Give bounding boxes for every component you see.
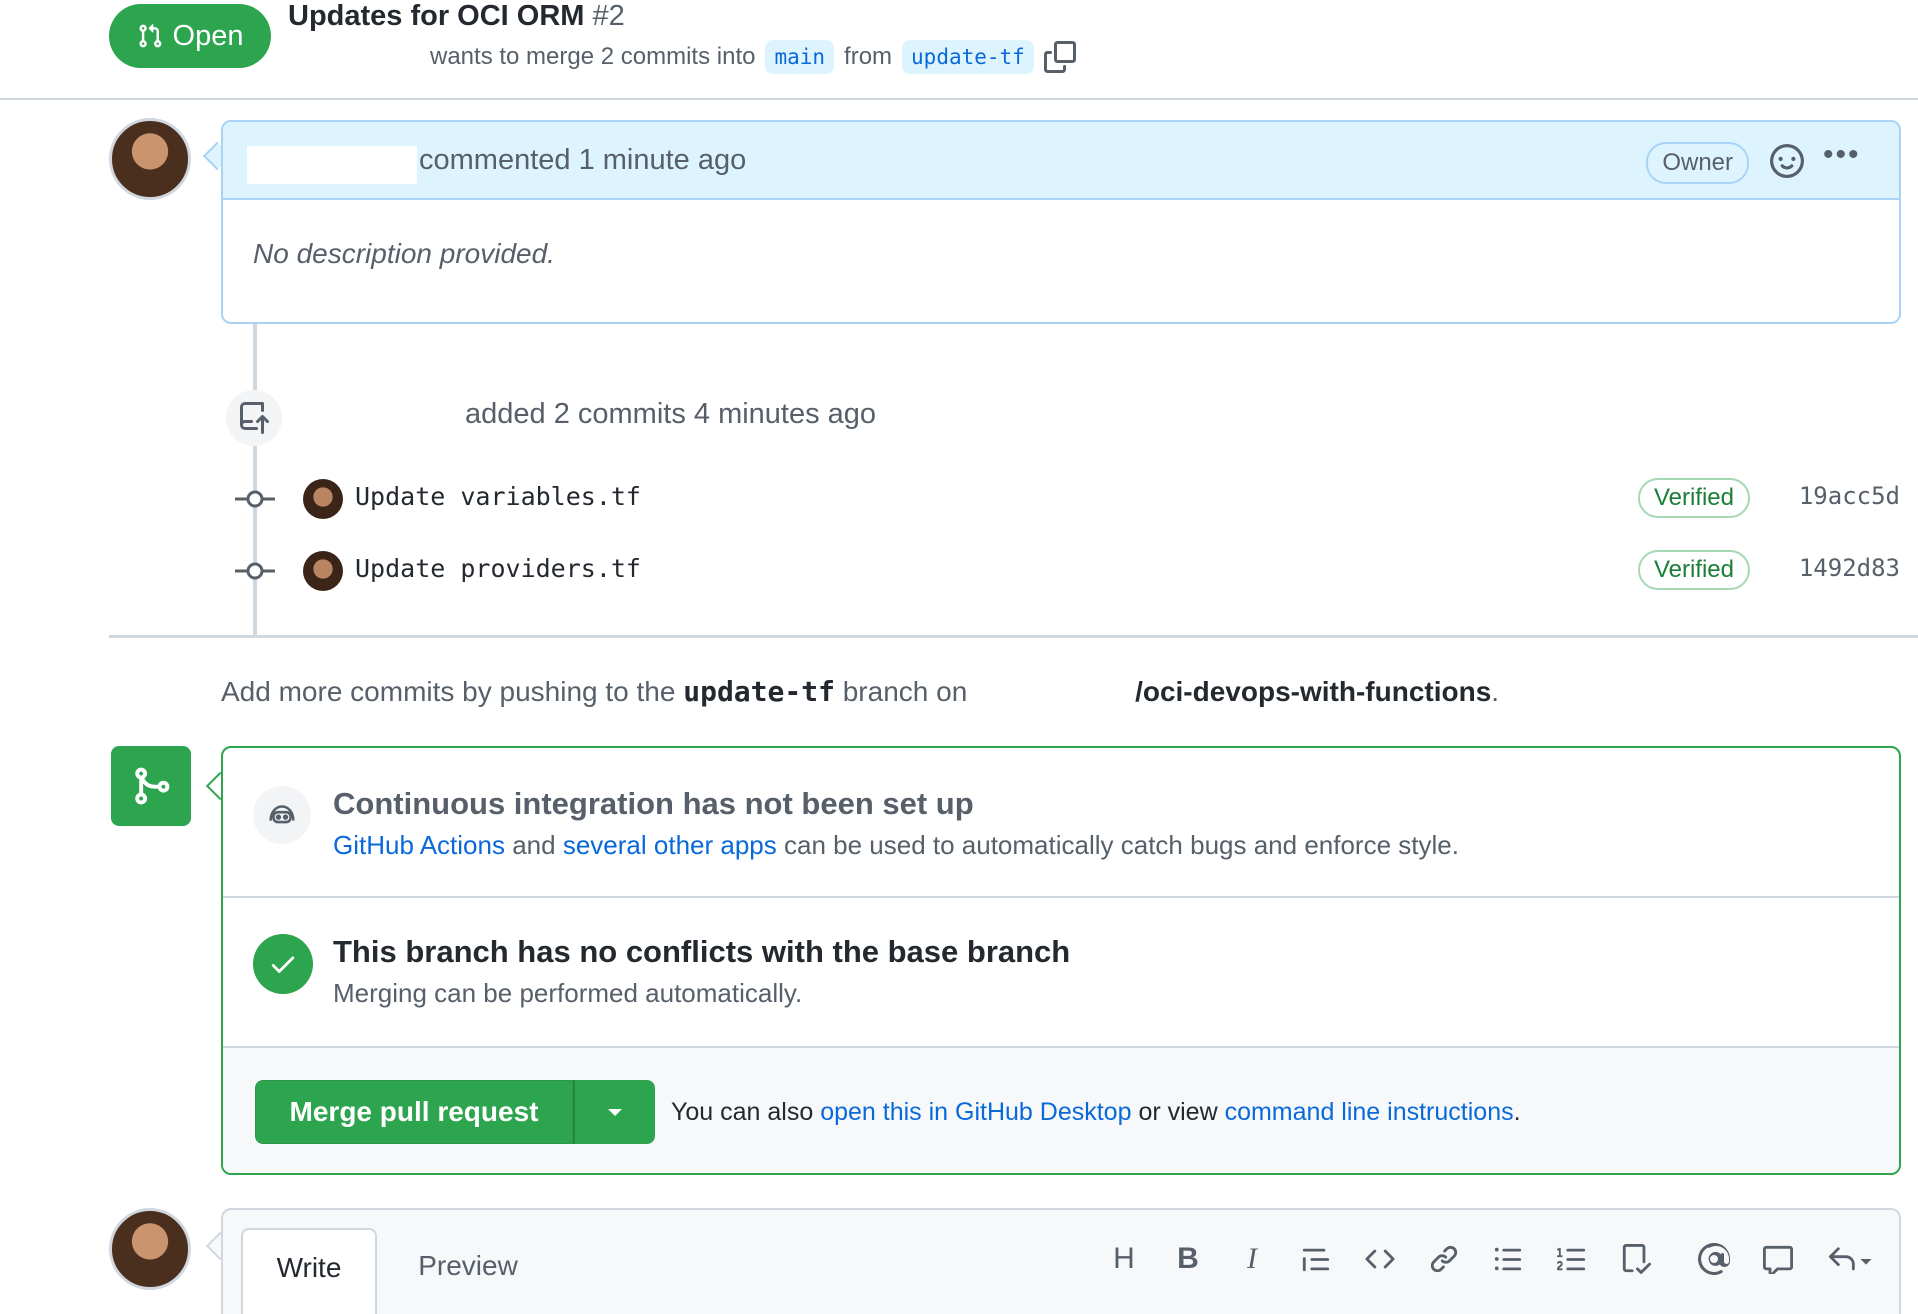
command-line-instructions-link[interactable]: command line instructions	[1225, 1098, 1514, 1126]
commit-message-link[interactable]: Update providers.tf	[355, 554, 641, 583]
commit-row: Update providers.tf Verified 1492d83	[235, 547, 1900, 595]
ci-title: Continuous integration has not been set …	[333, 786, 974, 821]
ci-description: GitHub Actions and several other apps ca…	[333, 830, 1459, 861]
emoji-reaction-icon[interactable]	[1770, 144, 1804, 178]
commit-icon	[235, 562, 275, 580]
header-divider	[0, 98, 1918, 100]
push-hint-prefix: Add more commits by pushing to the	[221, 676, 676, 707]
comment-body: No description provided.	[253, 238, 555, 269]
merge-box: Continuous integration has not been set …	[221, 746, 1901, 1175]
verified-badge[interactable]: Verified	[1637, 478, 1750, 518]
pr-status-label: Open	[172, 19, 244, 52]
verified-badge[interactable]: Verified	[1637, 550, 1750, 590]
author-name-redacted	[247, 146, 417, 184]
pr-merge-summary: wants to merge 2 commits into main from …	[430, 40, 1076, 74]
merge-status-badge	[111, 746, 191, 826]
commit-icon	[235, 490, 275, 508]
copilot-icon	[269, 805, 295, 824]
author-avatar[interactable]	[109, 118, 191, 200]
merge-hint-middle: or view	[1138, 1098, 1218, 1126]
from-text: from	[844, 43, 893, 70]
conflict-section: This branch has no conflicts with the ba…	[223, 898, 1899, 1048]
push-hint-middle: branch on	[842, 676, 968, 707]
merge-text: wants to merge 2 commits into	[430, 43, 756, 70]
push-hint-suffix: .	[1491, 676, 1500, 707]
open-github-desktop-link[interactable]: open this in GitHub Desktop	[820, 1098, 1131, 1126]
current-user-avatar[interactable]	[109, 1208, 191, 1290]
pr-title: Updates for OCI ORM #2	[288, 0, 625, 33]
push-hint: Add more commits by pushing to the updat…	[221, 675, 1499, 708]
tab-write[interactable]: Write	[241, 1228, 377, 1314]
comment-meta: commented 1 minute ago	[419, 144, 747, 176]
reply-icon[interactable]	[1823, 1240, 1879, 1278]
commit-message-link[interactable]: Update variables.tf	[355, 482, 641, 511]
merge-hint-suffix: .	[1513, 1098, 1521, 1126]
pull-request-icon	[138, 23, 161, 48]
base-branch-chip[interactable]: main	[765, 40, 835, 74]
copy-icon[interactable]	[1043, 41, 1076, 73]
merge-pull-request-button[interactable]: Merge pull request	[255, 1080, 573, 1144]
merge-hint: You can also open this in GitHub Desktop…	[671, 1098, 1521, 1127]
link-icon[interactable]	[1425, 1240, 1463, 1278]
pr-title-text: Updates for OCI ORM	[288, 0, 585, 32]
triangle-down-icon	[608, 1109, 622, 1116]
git-merge-icon	[135, 767, 170, 805]
markdown-toolbar: H B I	[1105, 1240, 1879, 1278]
commit-author-avatar[interactable]	[303, 551, 343, 591]
commit-sha-link[interactable]: 19acc5d	[1799, 482, 1900, 510]
ci-section: Continuous integration has not been set …	[223, 748, 1899, 898]
pr-number: #2	[592, 0, 625, 32]
other-apps-link[interactable]: several other apps	[563, 830, 777, 860]
heading-icon[interactable]: H	[1105, 1240, 1143, 1278]
ordered-list-icon[interactable]	[1553, 1240, 1591, 1278]
merge-action-section: Merge pull request You can also open thi…	[223, 1048, 1899, 1173]
new-comment-editor: Write Preview H B I	[221, 1208, 1901, 1314]
github-actions-link[interactable]: GitHub Actions	[333, 830, 505, 860]
reference-icon[interactable]	[1759, 1240, 1797, 1278]
commit-row: Update variables.tf Verified 19acc5d	[235, 475, 1900, 523]
conflict-title: This branch has no conflicts with the ba…	[333, 934, 1071, 969]
unordered-list-icon[interactable]	[1489, 1240, 1527, 1278]
comment-header: commented 1 minute ago Owner •••	[223, 122, 1899, 200]
bold-icon[interactable]: B	[1169, 1240, 1207, 1278]
mention-icon[interactable]	[1695, 1240, 1733, 1278]
repo-push-icon	[240, 402, 269, 434]
push-hint-branch: update-tf	[683, 675, 835, 708]
ci-rest-text: can be used to automatically catch bugs …	[783, 830, 1459, 860]
pr-status-badge: Open	[109, 4, 271, 68]
more-options-icon[interactable]: •••	[1823, 140, 1863, 178]
push-hint-repo[interactable]: /oci-devops-with-functions	[1135, 676, 1491, 707]
merge-hint-prefix: You can also	[671, 1098, 814, 1126]
italic-icon[interactable]: I	[1233, 1240, 1271, 1278]
commits-summary: added 2 commits 4 minutes ago	[465, 398, 877, 430]
code-icon[interactable]	[1361, 1240, 1399, 1278]
ci-badge	[253, 786, 311, 844]
conflict-description: Merging can be performed automatically.	[333, 978, 803, 1008]
commit-sha-link[interactable]: 1492d83	[1799, 554, 1900, 582]
quote-icon[interactable]	[1297, 1240, 1335, 1278]
task-list-icon[interactable]	[1617, 1240, 1655, 1278]
pr-description-comment: commented 1 minute ago Owner ••• No desc…	[221, 120, 1901, 324]
merge-method-dropdown[interactable]	[573, 1080, 655, 1144]
head-branch-chip[interactable]: update-tf	[902, 40, 1034, 74]
ci-and-text: and	[512, 830, 556, 860]
push-event-badge	[226, 390, 282, 446]
commit-author-avatar[interactable]	[303, 479, 343, 519]
timeline-divider	[109, 635, 1918, 638]
tab-preview[interactable]: Preview	[398, 1228, 538, 1314]
owner-badge: Owner	[1646, 142, 1749, 184]
check-circle-icon	[253, 934, 313, 994]
